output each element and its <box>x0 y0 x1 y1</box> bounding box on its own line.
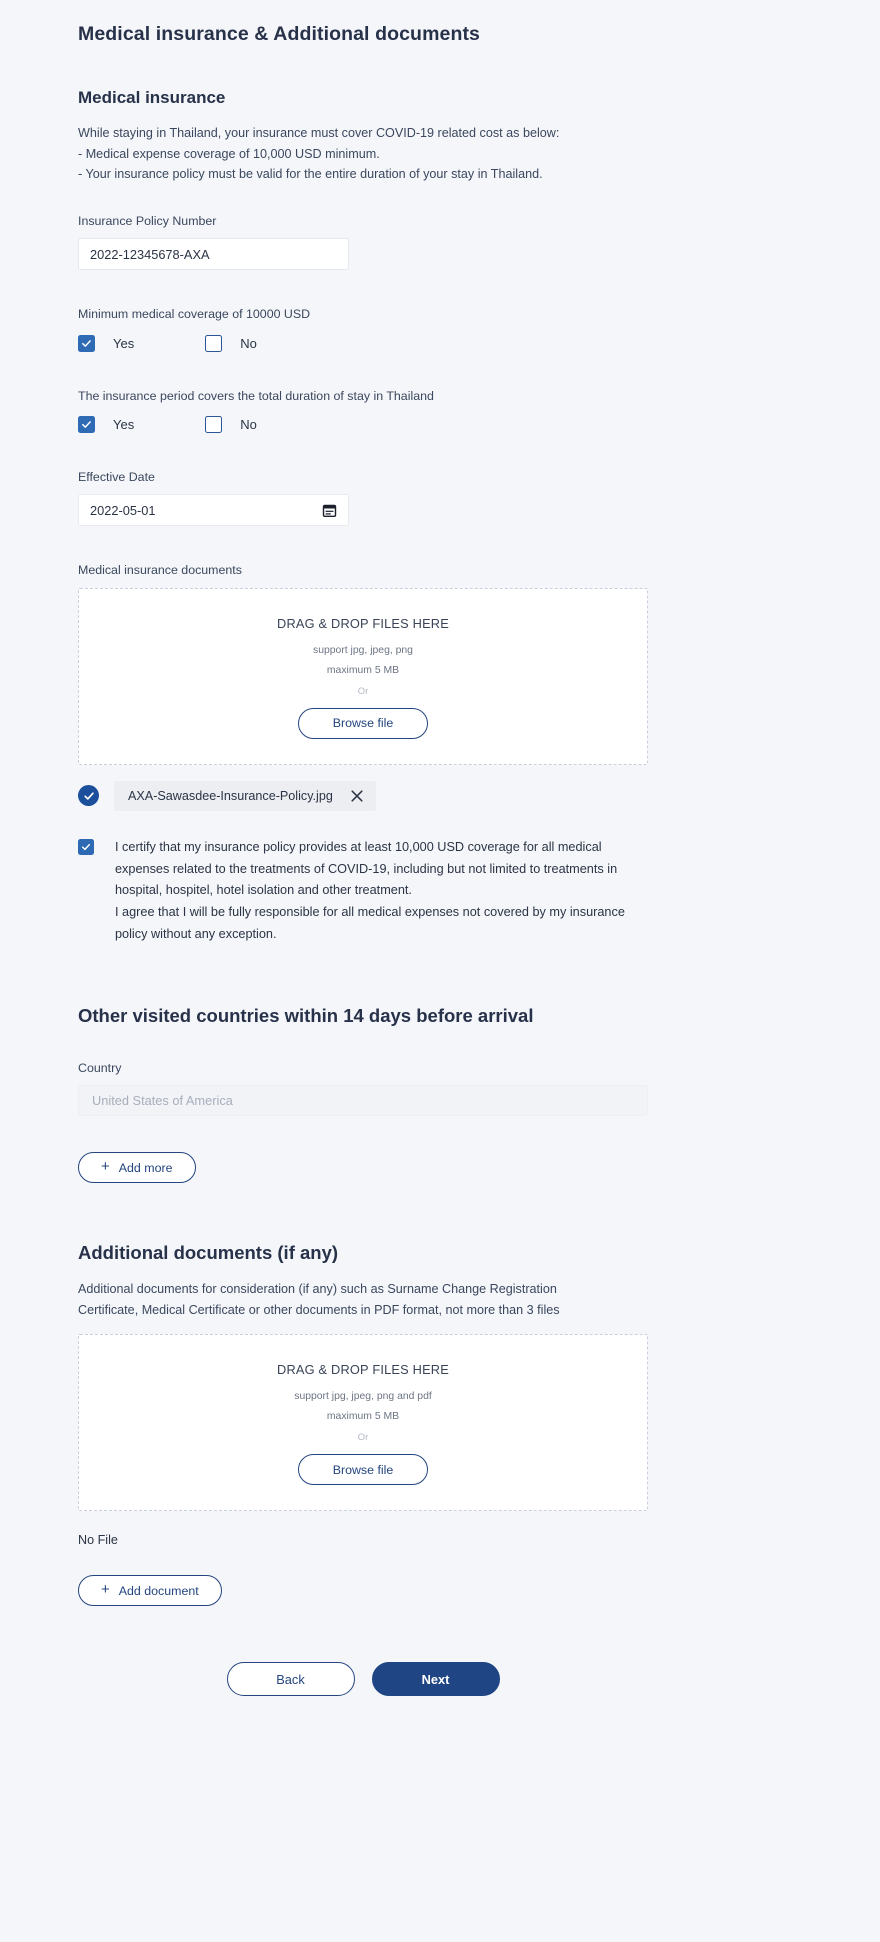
policy-number-value: 2022-12345678-AXA <box>90 246 210 262</box>
additional-description-line-1: Additional documents for consideration (… <box>78 1282 557 1297</box>
period-question-options: Yes No <box>78 416 648 434</box>
back-button[interactable]: Back <box>226 1662 355 1697</box>
policy-number-input[interactable]: 2022-12345678-AXA <box>78 238 349 271</box>
coverage-option-no[interactable]: No <box>205 334 257 352</box>
country-placeholder: United States of America <box>92 1093 233 1109</box>
period-option-yes[interactable]: Yes <box>78 416 135 434</box>
description-line-1: While staying in Thailand, your insuranc… <box>78 126 560 141</box>
country-label: Country <box>78 1060 122 1075</box>
certification-paragraph-2: I agree that I will be fully responsible… <box>115 905 625 941</box>
additional-documents-dropzone[interactable]: DRAG & DROP FILES HERE support jpg, jpeg… <box>78 1334 648 1512</box>
dropzone-maximum-text: maximum 5 MB <box>326 664 400 676</box>
effective-date-value: 2022-05-01 <box>90 502 156 518</box>
browse-file-button-medical[interactable]: Browse file <box>297 707 429 739</box>
page-title: Medical insurance & Additional documents <box>78 23 481 45</box>
coverage-question-options: Yes No <box>78 334 648 352</box>
dropzone-or-text: Or <box>357 684 369 696</box>
certification-text: I certify that my insurance policy provi… <box>115 837 635 946</box>
plus-icon: + <box>101 1158 110 1176</box>
period-no-label: No <box>240 417 257 433</box>
coverage-yes-label: Yes <box>113 335 135 351</box>
additional-dropzone-support-text: support jpg, jpeg, png and pdf <box>294 1391 432 1403</box>
certification-paragraph-1: I certify that my insurance policy provi… <box>115 839 618 898</box>
form-footer: Back Next <box>78 1662 648 1756</box>
description-line-3: - Your insurance policy must be valid fo… <box>78 167 543 182</box>
additional-dropzone-maximum-text: maximum 5 MB <box>326 1411 400 1423</box>
additional-documents-description: Additional documents for consideration (… <box>78 1279 658 1320</box>
period-no-checkbox[interactable] <box>205 416 223 434</box>
certification-block[interactable]: I certify that my insurance policy provi… <box>78 837 648 946</box>
country-input[interactable]: United States of America <box>78 1085 648 1117</box>
coverage-option-yes[interactable]: Yes <box>78 334 135 352</box>
medical-documents-dropzone[interactable]: DRAG & DROP FILES HERE support jpg, jpeg… <box>78 587 648 765</box>
period-question-label: The insurance period covers the total du… <box>78 388 434 403</box>
additional-dropzone-title: DRAG & DROP FILES HERE <box>277 1362 449 1378</box>
medical-documents-label: Medical insurance documents <box>78 563 242 578</box>
add-more-button[interactable]: + Add more <box>78 1152 196 1184</box>
next-button[interactable]: Next <box>371 1662 500 1697</box>
no-file-label: No File <box>78 1533 118 1548</box>
description-line-2: - Medical expense coverage of 10,000 USD… <box>78 146 380 161</box>
medical-insurance-form-page: Medical insurance & Additional documents… <box>0 0 880 1942</box>
calendar-icon[interactable] <box>322 503 337 518</box>
add-document-label: Add document <box>118 1583 199 1598</box>
form-container: Medical insurance & Additional documents… <box>78 0 648 1756</box>
add-more-label: Add more <box>118 1160 173 1175</box>
dropzone-support-text: support jpg, jpeg, png <box>313 644 413 656</box>
period-option-no[interactable]: No <box>205 416 257 434</box>
policy-number-label: Insurance Policy Number <box>78 213 217 228</box>
period-yes-checkbox[interactable] <box>78 416 95 434</box>
additional-dropzone-or-text: Or <box>357 1431 369 1443</box>
effective-date-label: Effective Date <box>78 470 155 485</box>
coverage-yes-checkbox[interactable] <box>78 334 95 352</box>
browse-file-button-additional[interactable]: Browse file <box>297 1454 429 1486</box>
medical-insurance-description: While staying in Thailand, your insuranc… <box>78 123 658 185</box>
section-title-additional-documents: Additional documents (if any) <box>78 1242 339 1264</box>
coverage-no-label: No <box>240 335 257 351</box>
check-circle-icon <box>78 785 99 807</box>
close-icon[interactable] <box>350 789 364 803</box>
plus-icon: + <box>101 1581 110 1599</box>
coverage-question-label: Minimum medical coverage of 10000 USD <box>78 307 311 322</box>
dropzone-title: DRAG & DROP FILES HERE <box>277 615 449 631</box>
effective-date-input[interactable]: 2022-05-01 <box>78 494 349 527</box>
add-document-button[interactable]: + Add document <box>78 1575 222 1607</box>
uploaded-file-chip: AXA-Sawasdee-Insurance-Policy.jpg <box>114 780 376 811</box>
uploaded-file-row: AXA-Sawasdee-Insurance-Policy.jpg <box>78 780 648 811</box>
certification-checkbox[interactable] <box>78 838 94 855</box>
period-yes-label: Yes <box>113 417 135 433</box>
coverage-no-checkbox[interactable] <box>205 334 223 352</box>
uploaded-file-name: AXA-Sawasdee-Insurance-Policy.jpg <box>128 788 333 803</box>
section-title-other-countries: Other visited countries within 14 days b… <box>78 1004 534 1026</box>
section-title-medical-insurance: Medical insurance <box>78 88 226 108</box>
additional-description-line-2: Certificate, Medical Certificate or othe… <box>78 1302 560 1317</box>
